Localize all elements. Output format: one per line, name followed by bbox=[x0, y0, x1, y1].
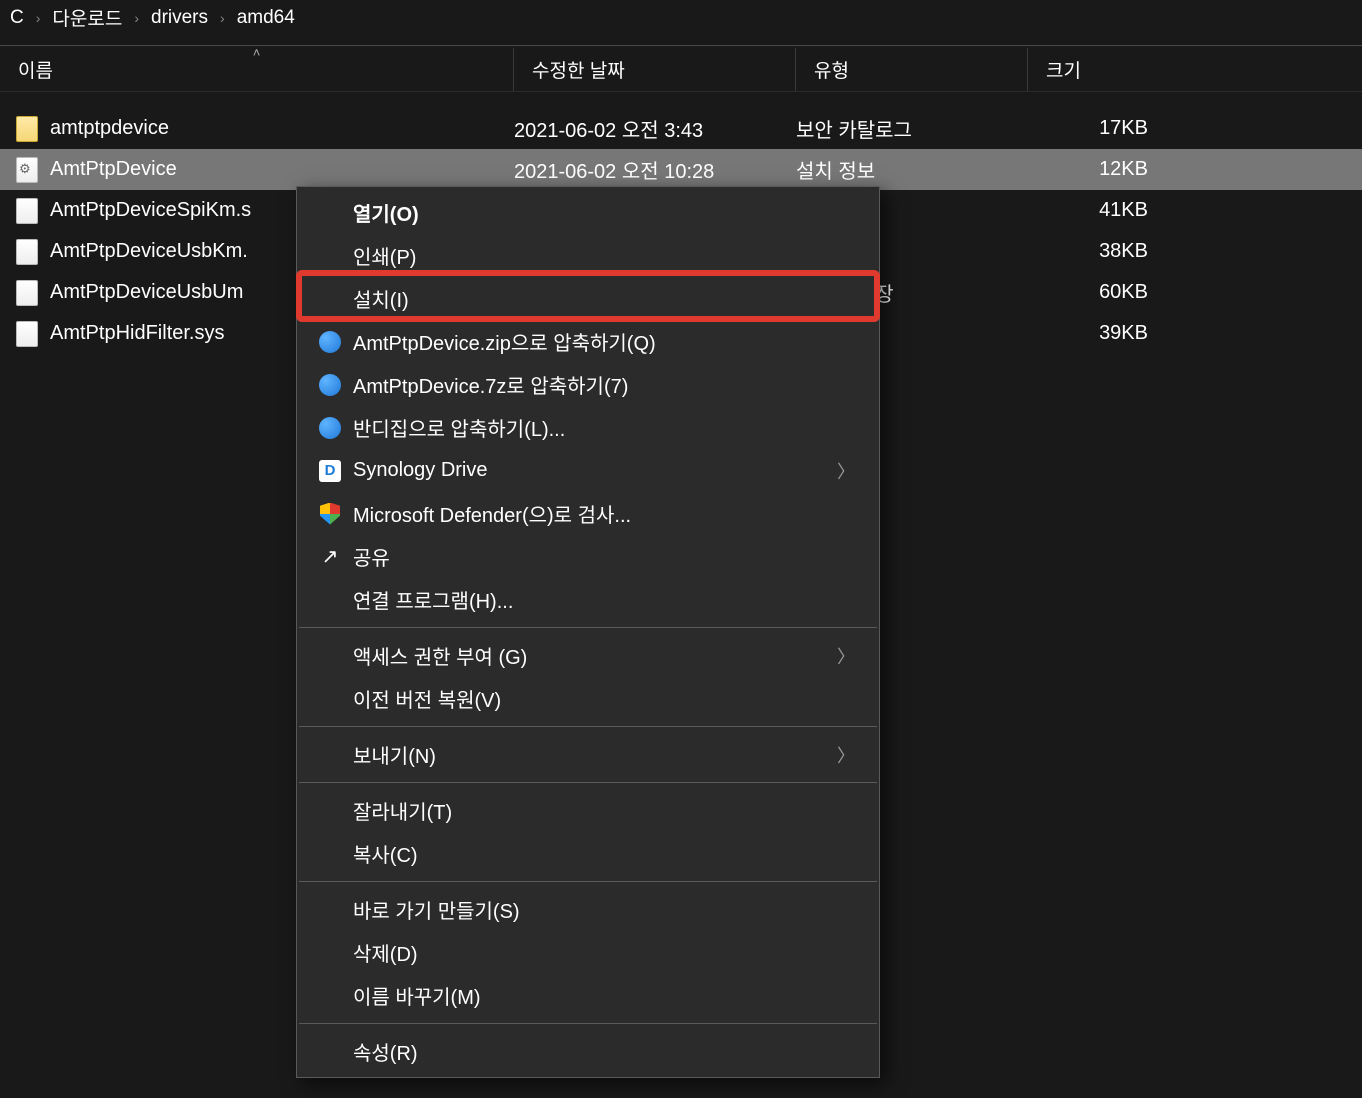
file-name: AmtPtpDevice bbox=[50, 158, 514, 181]
file-name: amtptpdevice bbox=[50, 117, 514, 140]
sort-asc-icon: ˄ bbox=[253, 45, 261, 60]
defender-icon bbox=[319, 503, 353, 525]
menu-compress-bandizip[interactable]: 반디집으로 압축하기(L)... bbox=[297, 406, 879, 449]
menu-defender-label: Microsoft Defender(으)로 검사... bbox=[353, 499, 855, 528]
menu-properties-label: 속성(R) bbox=[353, 1037, 855, 1066]
menu-7z-label: AmtPtpDevice.7z로 압축하기(7) bbox=[353, 370, 855, 399]
file-date: 2021-06-02 오전 3:43 bbox=[514, 114, 796, 143]
menu-print-label: 인쇄(P) bbox=[353, 241, 855, 270]
menu-compress-7z[interactable]: AmtPtpDevice.7z로 압축하기(7) bbox=[297, 363, 879, 406]
file-row[interactable]: amtptpdevice 2021-06-02 오전 3:43 보안 카탈로그 … bbox=[0, 108, 1362, 149]
menu-synology[interactable]: D Synology Drive 〉 bbox=[297, 449, 879, 492]
menu-shortcut-label: 바로 가기 만들기(S) bbox=[353, 895, 855, 924]
menu-open-label: 열기(O) bbox=[353, 198, 855, 227]
menu-open[interactable]: 열기(O) bbox=[297, 191, 879, 234]
breadcrumb-item[interactable]: 다운로드 bbox=[52, 4, 122, 31]
file-type: 설치 정보 bbox=[796, 155, 1028, 184]
menu-defender[interactable]: Microsoft Defender(으)로 검사... bbox=[297, 492, 879, 535]
file-size: 39KB bbox=[1028, 322, 1168, 345]
column-date-label: 수정한 날짜 bbox=[532, 56, 625, 83]
menu-separator bbox=[299, 726, 877, 727]
menu-install-label: 설치(I) bbox=[353, 284, 855, 313]
chevron-right-icon: › bbox=[220, 10, 225, 26]
catalog-file-icon bbox=[16, 116, 38, 142]
chevron-right-icon: 〉 bbox=[837, 643, 855, 669]
divider bbox=[0, 45, 1362, 46]
column-type[interactable]: 유형 bbox=[796, 48, 1028, 91]
column-name[interactable]: ˄ 이름 bbox=[0, 48, 514, 91]
menu-zip-label: AmtPtpDevice.zip으로 압축하기(Q) bbox=[353, 327, 855, 356]
context-menu: 열기(O) 인쇄(P) 설치(I) AmtPtpDevice.zip으로 압축하… bbox=[296, 186, 880, 1078]
column-name-label: 이름 bbox=[18, 56, 53, 83]
menu-share[interactable]: ↗ 공유 bbox=[297, 535, 879, 578]
menu-open-with-label: 연결 프로그램(H)... bbox=[353, 585, 855, 614]
column-date[interactable]: 수정한 날짜 bbox=[514, 48, 796, 91]
chevron-right-icon: › bbox=[36, 10, 41, 26]
menu-synology-label: Synology Drive bbox=[353, 459, 837, 482]
chevron-right-icon: 〉 bbox=[837, 742, 855, 768]
file-size: 12KB bbox=[1028, 158, 1168, 181]
chevron-right-icon: › bbox=[134, 10, 139, 26]
column-type-label: 유형 bbox=[814, 56, 849, 83]
menu-send-to[interactable]: 보내기(N) 〉 bbox=[297, 733, 879, 776]
menu-delete-label: 삭제(D) bbox=[353, 938, 855, 967]
file-size: 41KB bbox=[1028, 199, 1168, 222]
breadcrumb-item[interactable]: drivers bbox=[151, 7, 208, 29]
file-icon bbox=[16, 280, 38, 306]
menu-shortcut[interactable]: 바로 가기 만들기(S) bbox=[297, 888, 879, 931]
menu-cut[interactable]: 잘라내기(T) bbox=[297, 789, 879, 832]
menu-install[interactable]: 설치(I) bbox=[297, 277, 879, 320]
menu-delete[interactable]: 삭제(D) bbox=[297, 931, 879, 974]
menu-copy-label: 복사(C) bbox=[353, 839, 855, 868]
menu-rename-label: 이름 바꾸기(M) bbox=[353, 981, 855, 1010]
inf-file-icon bbox=[16, 157, 38, 183]
file-row[interactable]: AmtPtpDevice 2021-06-02 오전 10:28 설치 정보 1… bbox=[0, 149, 1362, 190]
file-type: 보안 카탈로그 bbox=[796, 114, 1028, 143]
menu-share-label: 공유 bbox=[353, 542, 855, 571]
file-icon bbox=[16, 239, 38, 265]
column-headers: ˄ 이름 수정한 날짜 유형 크기 bbox=[0, 48, 1362, 92]
breadcrumb-item[interactable]: amd64 bbox=[237, 7, 295, 29]
file-size: 17KB bbox=[1028, 117, 1168, 140]
menu-compress-zip[interactable]: AmtPtpDevice.zip으로 압축하기(Q) bbox=[297, 320, 879, 363]
menu-access[interactable]: 액세스 권한 부여 (G) 〉 bbox=[297, 634, 879, 677]
menu-separator bbox=[299, 782, 877, 783]
menu-rename[interactable]: 이름 바꾸기(M) bbox=[297, 974, 879, 1017]
file-icon bbox=[16, 321, 38, 347]
menu-cut-label: 잘라내기(T) bbox=[353, 796, 855, 825]
menu-properties[interactable]: 속성(R) bbox=[297, 1030, 879, 1073]
file-icon bbox=[16, 198, 38, 224]
menu-open-with[interactable]: 연결 프로그램(H)... bbox=[297, 578, 879, 621]
menu-copy[interactable]: 복사(C) bbox=[297, 832, 879, 875]
column-size-label: 크기 bbox=[1046, 56, 1081, 83]
share-icon: ↗ bbox=[319, 546, 353, 568]
menu-restore-label: 이전 버전 복원(V) bbox=[353, 684, 855, 713]
menu-send-to-label: 보내기(N) bbox=[353, 740, 837, 769]
menu-bandizip-label: 반디집으로 압축하기(L)... bbox=[353, 413, 855, 442]
menu-restore[interactable]: 이전 버전 복원(V) bbox=[297, 677, 879, 720]
synology-icon: D bbox=[319, 460, 353, 482]
bandizip-icon bbox=[319, 331, 353, 353]
menu-access-label: 액세스 권한 부여 (G) bbox=[353, 641, 837, 670]
chevron-right-icon: 〉 bbox=[837, 458, 855, 484]
menu-separator bbox=[299, 1023, 877, 1024]
bandizip-icon bbox=[319, 374, 353, 396]
menu-separator bbox=[299, 881, 877, 882]
column-size[interactable]: 크기 bbox=[1028, 48, 1168, 91]
menu-separator bbox=[299, 627, 877, 628]
menu-print[interactable]: 인쇄(P) bbox=[297, 234, 879, 277]
bandizip-icon bbox=[319, 417, 353, 439]
breadcrumb-item[interactable]: C bbox=[10, 7, 24, 29]
file-date: 2021-06-02 오전 10:28 bbox=[514, 155, 796, 184]
breadcrumb[interactable]: C › 다운로드 › drivers › amd64 bbox=[0, 0, 1362, 45]
file-size: 60KB bbox=[1028, 281, 1168, 304]
file-size: 38KB bbox=[1028, 240, 1168, 263]
